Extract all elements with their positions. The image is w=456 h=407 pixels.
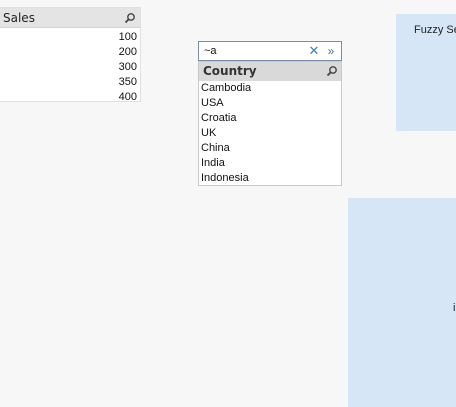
text-object-bottom-label: i: [453, 302, 456, 314]
search-icon[interactable]: [326, 65, 338, 77]
country-value-list: Cambodia USA Croatia UK China India Indo…: [199, 81, 341, 186]
sales-listbox-header[interactable]: Sales: [0, 8, 140, 28]
list-item[interactable]: UK: [199, 126, 341, 141]
list-item[interactable]: 200: [0, 45, 140, 60]
list-item[interactable]: Indonesia: [199, 171, 341, 186]
country-listbox[interactable]: Country Cambodia USA Croatia UK China In…: [198, 61, 342, 186]
double-chevron-right-icon[interactable]: »: [324, 42, 338, 60]
text-object-bottom[interactable]: i: [348, 198, 456, 407]
search-input-value[interactable]: ~a: [204, 42, 217, 60]
list-item[interactable]: USA: [199, 96, 341, 111]
list-item[interactable]: China: [199, 141, 341, 156]
sales-value-list: 100 200 300 350 400: [0, 28, 140, 105]
qlikview-sheet: Sales 100 200 300 350 400 ~a ✕ » Country: [0, 0, 456, 407]
country-listbox-header[interactable]: Country: [199, 62, 341, 81]
sales-listbox[interactable]: Sales 100 200 300 350 400: [0, 7, 141, 105]
list-item[interactable]: India: [199, 156, 341, 171]
list-item[interactable]: 300: [0, 60, 140, 75]
sales-listbox-title: Sales: [3, 11, 35, 25]
list-item[interactable]: 350: [0, 75, 140, 90]
text-object-top-label: Fuzzy Se: [414, 24, 456, 36]
list-item[interactable]: 100: [0, 30, 140, 45]
search-input[interactable]: ~a ✕ »: [198, 41, 342, 61]
search-icon[interactable]: [124, 12, 136, 24]
text-object-top[interactable]: Fuzzy Se: [396, 14, 456, 131]
list-item[interactable]: Croatia: [199, 111, 341, 126]
list-item[interactable]: Cambodia: [199, 81, 341, 96]
country-listbox-title: Country: [203, 64, 257, 78]
close-icon[interactable]: ✕: [308, 42, 320, 60]
list-item[interactable]: 400: [0, 90, 140, 105]
